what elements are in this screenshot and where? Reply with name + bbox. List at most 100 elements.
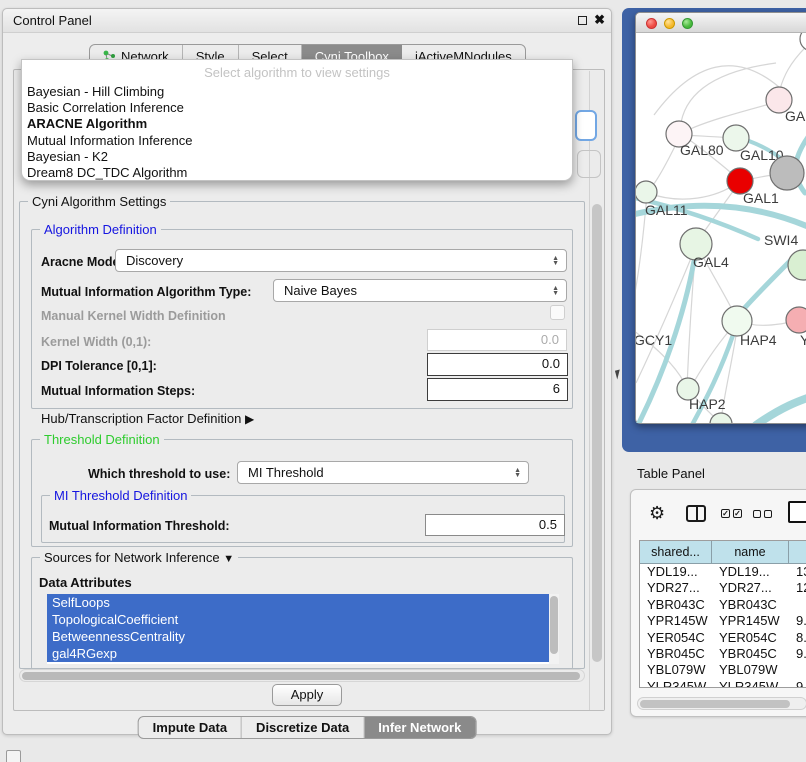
node-label: HAP2 xyxy=(689,396,726,412)
inference-algorithm-combo-fragment[interactable] xyxy=(575,110,597,141)
network-canvas[interactable]: GALGAL80GAL10GAL1GAL11GAL4SWI4GCY1HAP4YH… xyxy=(636,33,806,423)
data-attribute-item[interactable]: gal4RGexp xyxy=(47,645,549,662)
stepper-arrows-icon: ▲▼ xyxy=(552,286,559,296)
deselect-all-icon[interactable] xyxy=(753,510,772,518)
float-panel-icon[interactable] xyxy=(578,16,587,25)
dpi-tolerance-field[interactable]: 0.0 xyxy=(427,353,568,376)
table-cell: YDL19... xyxy=(712,564,789,580)
network-node[interactable] xyxy=(710,413,732,423)
group-box-fragment xyxy=(577,150,601,178)
which-threshold-combo[interactable]: MI Threshold ▲▼ xyxy=(237,461,529,484)
tab-impute-data[interactable]: Impute Data xyxy=(139,717,242,738)
table-cell: 13 xyxy=(789,564,806,580)
table-cell: YLR345W xyxy=(640,679,712,688)
table-cell: YDR27... xyxy=(712,580,789,596)
column-header-shared-name[interactable]: shared... xyxy=(640,541,712,563)
table-function-icon[interactable] xyxy=(788,501,806,523)
table-cell: YBR043C xyxy=(712,597,789,613)
data-attributes-list[interactable]: SelfLoopsTopologicalCoefficientBetweenne… xyxy=(47,594,559,664)
close-panel-icon[interactable]: ✖ xyxy=(594,12,605,28)
tab-infer-network[interactable]: Infer Network xyxy=(364,717,475,738)
table-row[interactable]: YBL079WYBL079W xyxy=(640,662,806,678)
algorithm-menu-item[interactable]: Bayesian - K2 xyxy=(22,149,572,165)
gear-icon[interactable]: ⚙ xyxy=(649,503,665,524)
table-cell: 9. xyxy=(789,646,806,662)
checked-box-icon: ✓ xyxy=(721,509,730,518)
sources-toggle[interactable]: Sources for Network Inference ▼ xyxy=(40,550,238,565)
network-node-y[interactable] xyxy=(786,307,806,333)
algorithm-menu-item[interactable]: ARACNE Algorithm xyxy=(22,116,572,132)
data-attribute-item[interactable]: TopologicalCoefficient xyxy=(47,611,549,628)
table-row[interactable]: YDL19...YDL19...13 xyxy=(640,564,806,580)
table-cell: YDR27... xyxy=(640,580,712,596)
network-node[interactable] xyxy=(800,33,806,51)
table-cell: 12 xyxy=(789,580,806,596)
dpi-tolerance-label: DPI Tolerance [0,1]: xyxy=(41,359,157,373)
table-cell xyxy=(789,597,806,613)
minimized-panel-icon[interactable] xyxy=(6,750,21,762)
column-header-name[interactable]: name xyxy=(712,541,789,563)
table-cell: YER054C xyxy=(640,630,712,646)
aracne-mode-combo[interactable]: Discovery ▲▼ xyxy=(115,249,567,272)
algorithm-menu-item[interactable]: Basic Correlation Inference xyxy=(22,100,572,116)
network-node-swi4[interactable] xyxy=(788,250,806,280)
table-cell: YPR145W xyxy=(712,613,789,629)
node-label: GAL xyxy=(785,108,806,124)
table-row[interactable]: YDR27...YDR27...12 xyxy=(640,580,806,596)
kernel-width-field[interactable]: 0.0 xyxy=(427,329,567,351)
algorithm-menu-item[interactable]: Mutual Information Inference xyxy=(22,133,572,149)
table-cell: 9. xyxy=(789,613,806,629)
node-table[interactable]: shared... name A YDL19...YDL19...13YDR27… xyxy=(639,540,806,688)
mi-steps-label: Mutual Information Steps: xyxy=(41,384,195,398)
kernel-width-label: Kernel Width (0,1): xyxy=(41,335,151,349)
table-row[interactable]: YPR145WYPR145W9. xyxy=(640,613,806,629)
table-row[interactable]: YBR043CYBR043C xyxy=(640,597,806,613)
control-panel-titlebar: Control Panel ✖ xyxy=(3,9,611,33)
list-scrollbar[interactable] xyxy=(549,594,559,664)
mi-steps-field[interactable]: 6 xyxy=(427,378,568,401)
table-horizontal-scrollbar[interactable] xyxy=(637,697,806,710)
cyni-bottom-tabs: Impute Data Discretize Data Infer Networ… xyxy=(138,716,477,739)
node-label: GAL1 xyxy=(743,190,779,206)
algorithm-menu-item[interactable]: Dream8 DC_TDC Algorithm xyxy=(22,165,572,181)
table-header-row: shared... name A xyxy=(640,541,806,564)
table-cell: YPR145W xyxy=(640,613,712,629)
table-cell xyxy=(789,662,806,678)
table-cell: YBR045C xyxy=(640,646,712,662)
vertical-scrollbar-thumb[interactable] xyxy=(592,204,602,662)
horizontal-scrollbar-thumb[interactable] xyxy=(22,672,580,680)
network-node[interactable] xyxy=(770,156,804,190)
horizontal-scrollbar[interactable] xyxy=(19,669,585,682)
mi-threshold-label: Mutual Information Threshold: xyxy=(49,519,230,533)
algorithm-menu-item[interactable]: Bayesian - Hill Climbing xyxy=(22,84,572,100)
table-row[interactable]: YBR045CYBR045C9. xyxy=(640,646,806,662)
manual-kernel-label: Manual Kernel Width Definition xyxy=(41,309,226,323)
control-panel-title: Control Panel xyxy=(13,13,92,28)
data-attribute-item[interactable]: SelfLoops xyxy=(47,594,549,611)
data-attribute-item[interactable]: BetweennessCentrality xyxy=(47,628,549,645)
mi-threshold-field[interactable]: 0.5 xyxy=(425,514,565,536)
table-row[interactable]: YER054CYER054C8. xyxy=(640,630,806,646)
manual-kernel-checkbox[interactable] xyxy=(550,305,565,320)
mi-algorithm-type-combo[interactable]: Naive Bayes ▲▼ xyxy=(273,279,567,302)
table-scrollbar-thumb[interactable] xyxy=(640,700,790,708)
hub-tf-definition-toggle[interactable]: Hub/Transcription Factor Definition ▶ xyxy=(41,411,254,426)
apply-button[interactable]: Apply xyxy=(272,684,342,706)
select-all-icon[interactable]: ✓ ✓ xyxy=(721,509,742,518)
zoom-traffic-light[interactable] xyxy=(682,18,693,29)
collapsed-arrow-icon: ▶ xyxy=(245,412,254,426)
minimize-traffic-light[interactable] xyxy=(664,18,675,29)
tab-discretize-data[interactable]: Discretize Data xyxy=(242,717,364,738)
network-node-gal11[interactable] xyxy=(636,181,657,203)
node-label: GAL80 xyxy=(680,142,724,158)
control-panel-window: Control Panel ✖ Network Style Select Cyn… xyxy=(2,8,612,735)
list-scrollbar-thumb[interactable] xyxy=(550,596,558,654)
column-selector-icon[interactable] xyxy=(686,505,706,522)
algorithm-dropdown-prompt: Select algorithm to view settings xyxy=(22,65,572,84)
checked-box-icon: ✓ xyxy=(733,509,742,518)
close-traffic-light[interactable] xyxy=(646,18,657,29)
group-title: Threshold Definition xyxy=(40,432,164,447)
table-row[interactable]: YLR345WYLR345W9. xyxy=(640,679,806,688)
column-header-partial[interactable]: A xyxy=(789,541,806,563)
table-panel-toolbar: ⚙ ✓ ✓ xyxy=(631,490,806,538)
